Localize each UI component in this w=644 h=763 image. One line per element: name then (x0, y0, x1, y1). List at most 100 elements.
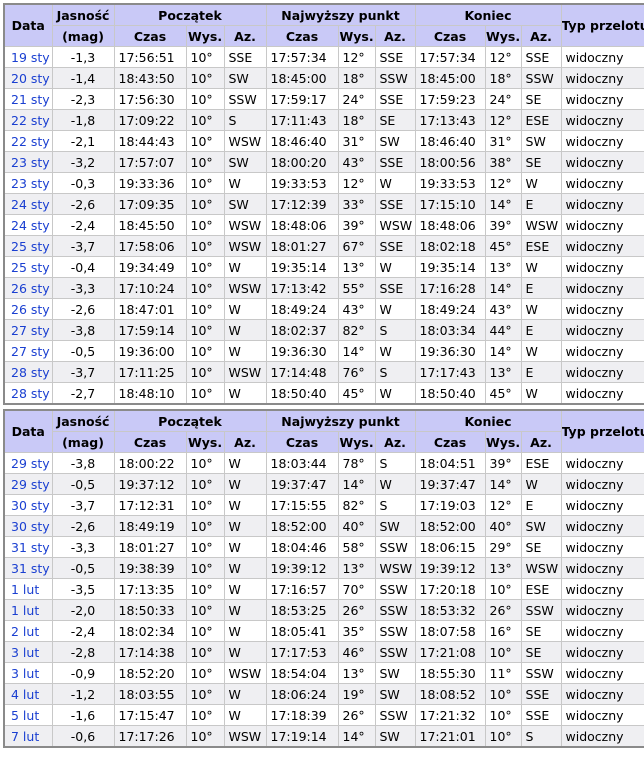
table-row: 27 sty -3,8 17:59:14 10° W 18:02:37 82° S 18:03:… (3, 319, 644, 341)
start-altitude-cell: 10° (185, 515, 225, 537)
peak-time-cell: 17:16:57 (265, 578, 339, 600)
end-azimuth-cell: SW (520, 130, 562, 152)
date-cell[interactable]: 30 sty (3, 494, 53, 516)
pass-type-cell: widoczny (560, 361, 644, 383)
end-time-cell: 18:48:06 (414, 214, 486, 236)
table-row: 30 sty -3,7 17:12:31 10° W 17:15:55 82° S 17:19:… (3, 494, 644, 516)
magnitude-cell: -2,4 (51, 214, 115, 236)
start-azimuth-cell: WSW (223, 277, 267, 299)
header-row-sub: (mag) Czas Wys. Az. Czas Wys. Az. Czas Wys. Az. (4, 431, 644, 453)
magnitude-cell: -2,6 (51, 193, 115, 215)
date-cell[interactable]: 31 sty (3, 557, 53, 579)
end-altitude-cell: 39° (484, 452, 522, 474)
date-cell[interactable]: 24 sty (3, 193, 53, 215)
peak-azimuth-cell: SSW (374, 67, 416, 89)
peak-altitude-cell: 14° (337, 340, 376, 362)
end-time-cell: 17:57:34 (414, 46, 486, 68)
header-magnitude: Jasność (51, 409, 115, 432)
start-time-cell: 17:57:07 (113, 151, 187, 173)
date-cell[interactable]: 1 lut (3, 599, 53, 621)
date-cell[interactable]: 23 sty (3, 172, 53, 194)
date-cell[interactable]: 28 sty (3, 361, 53, 383)
magnitude-cell: -3,3 (51, 277, 115, 299)
start-azimuth-cell: W (223, 641, 267, 663)
date-cell[interactable]: 2 lut (3, 620, 53, 642)
date-cell[interactable]: 29 sty (3, 452, 53, 474)
date-cell[interactable]: 25 sty (3, 235, 53, 257)
date-cell[interactable]: 25 sty (3, 256, 53, 278)
start-azimuth-cell: W (223, 340, 267, 362)
header-start: Początek (113, 3, 267, 26)
end-altitude-cell: 13° (484, 256, 522, 278)
date-cell[interactable]: 22 sty (3, 130, 53, 152)
end-altitude-cell: 10° (484, 683, 522, 705)
peak-altitude-cell: 14° (337, 725, 376, 748)
date-cell[interactable]: 27 sty (3, 340, 53, 362)
date-cell[interactable]: 19 sty (3, 46, 53, 68)
date-cell[interactable]: 30 sty (3, 515, 53, 537)
peak-altitude-cell: 76° (337, 361, 376, 383)
end-time-cell: 19:33:53 (414, 172, 486, 194)
start-time-cell: 17:14:38 (113, 641, 187, 663)
date-cell[interactable]: 4 lut (3, 683, 53, 705)
table-row: 21 sty -2,3 17:56:30 10° SSW 17:59:17 24° SSE 17… (3, 88, 644, 110)
peak-time-cell: 19:39:12 (265, 557, 339, 579)
table-row: 26 sty -2,6 18:47:01 10° W 18:49:24 43° W 18:49:… (3, 298, 644, 320)
start-azimuth-cell: W (223, 515, 267, 537)
date-cell[interactable]: 3 lut (3, 641, 53, 663)
pass-type-cell: widoczny (560, 620, 644, 642)
peak-time-cell: 19:33:53 (265, 172, 339, 194)
peak-azimuth-cell: SE (374, 109, 416, 131)
date-cell[interactable]: 29 sty (3, 473, 53, 495)
date-cell[interactable]: 22 sty (3, 109, 53, 131)
end-altitude-cell: 12° (484, 494, 522, 516)
date-cell[interactable]: 24 sty (3, 214, 53, 236)
pass-type-cell: widoczny (560, 473, 644, 495)
peak-azimuth-cell: W (374, 256, 416, 278)
peak-azimuth-cell: S (374, 494, 416, 516)
date-cell[interactable]: 1 lut (3, 578, 53, 600)
table-row: 26 sty -3,3 17:10:24 10° WSW 17:13:42 55° SSE 17… (3, 277, 644, 299)
date-cell[interactable]: 7 lut (3, 725, 53, 748)
header-start-azimuth: Az. (223, 25, 267, 47)
date-cell[interactable]: 3 lut (3, 662, 53, 684)
date-cell[interactable]: 21 sty (3, 88, 53, 110)
date-cell[interactable]: 28 sty (3, 382, 53, 405)
start-azimuth-cell: W (223, 704, 267, 726)
table-header: Data Jasność Początek Najwyższy punkt Koniec… (3, 409, 644, 453)
date-cell[interactable]: 5 lut (3, 704, 53, 726)
peak-azimuth-cell: SSW (374, 599, 416, 621)
date-cell[interactable]: 26 sty (3, 277, 53, 299)
end-azimuth-cell: WSW (520, 214, 562, 236)
end-time-cell: 19:37:47 (414, 473, 486, 495)
end-time-cell: 17:17:43 (414, 361, 486, 383)
end-altitude-cell: 10° (484, 641, 522, 663)
peak-time-cell: 18:54:04 (265, 662, 339, 684)
pass-type-cell: widoczny (560, 382, 644, 405)
table-row: 4 lut -1,2 18:03:55 10° W 18:06:24 19° SW 18:08:… (3, 683, 644, 705)
header-end-altitude: Wys. (484, 431, 522, 453)
start-azimuth-cell: W (223, 683, 267, 705)
peak-altitude-cell: 82° (337, 319, 376, 341)
start-altitude-cell: 10° (185, 641, 225, 663)
peak-time-cell: 18:02:37 (265, 319, 339, 341)
end-altitude-cell: 26° (484, 599, 522, 621)
peak-azimuth-cell: SSW (374, 641, 416, 663)
date-cell[interactable]: 23 sty (3, 151, 53, 173)
date-cell[interactable]: 20 sty (3, 67, 53, 89)
header-end-time: Czas (414, 25, 486, 47)
magnitude-cell: -3,2 (51, 151, 115, 173)
end-time-cell: 17:13:43 (414, 109, 486, 131)
end-altitude-cell: 10° (484, 725, 522, 748)
peak-altitude-cell: 18° (337, 109, 376, 131)
date-cell[interactable]: 31 sty (3, 536, 53, 558)
start-azimuth-cell: WSW (223, 130, 267, 152)
date-cell[interactable]: 27 sty (3, 319, 53, 341)
start-time-cell: 17:10:24 (113, 277, 187, 299)
end-altitude-cell: 14° (484, 473, 522, 495)
pass-type-cell: widoczny (560, 557, 644, 579)
date-cell[interactable]: 26 sty (3, 298, 53, 320)
pass-type-cell: widoczny (560, 193, 644, 215)
table-row: 5 lut -1,6 17:15:47 10° W 17:18:39 26° SSW 17:21… (3, 704, 644, 726)
peak-time-cell: 17:11:43 (265, 109, 339, 131)
